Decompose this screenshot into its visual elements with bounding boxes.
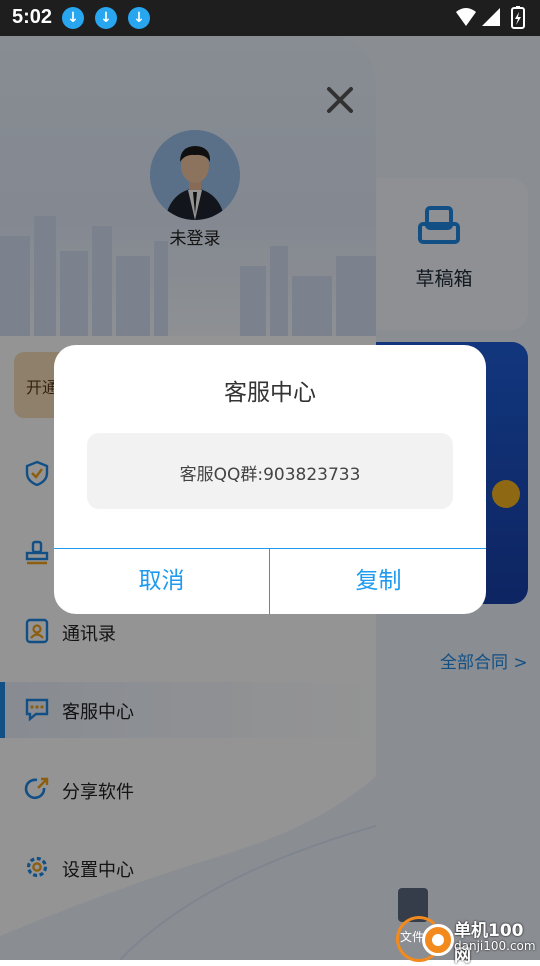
download-icon: ↓ [62, 7, 84, 29]
battery-icon [511, 6, 525, 29]
cancel-button[interactable]: 取消 [54, 549, 269, 614]
watermark-partial-text: 文件 [400, 930, 425, 944]
qq-group-text: 客服QQ群:903823733 [179, 465, 361, 485]
copy-button[interactable]: 复制 [271, 549, 486, 614]
signal-icon [482, 8, 500, 26]
dialog-title: 客服中心 [224, 380, 316, 406]
status-bar: 5:02 ↓ ↓ ↓ [0, 0, 540, 36]
dialog-divider [269, 548, 270, 614]
qq-group-box: 客服QQ群:903823733 [87, 433, 453, 509]
download-icon: ↓ [95, 7, 117, 29]
wifi-icon [456, 8, 476, 26]
download-icon: ↓ [128, 7, 150, 29]
customer-service-dialog: 客服中心 客服QQ群:903823733 取消 复制 [54, 345, 486, 614]
watermark-url: danji100.com [454, 939, 536, 953]
status-time: 5:02 [12, 6, 53, 28]
watermark-circle-icon [422, 924, 454, 956]
watermark: 文件 单机100网 danji100.com [392, 912, 540, 966]
status-icons [456, 6, 525, 29]
